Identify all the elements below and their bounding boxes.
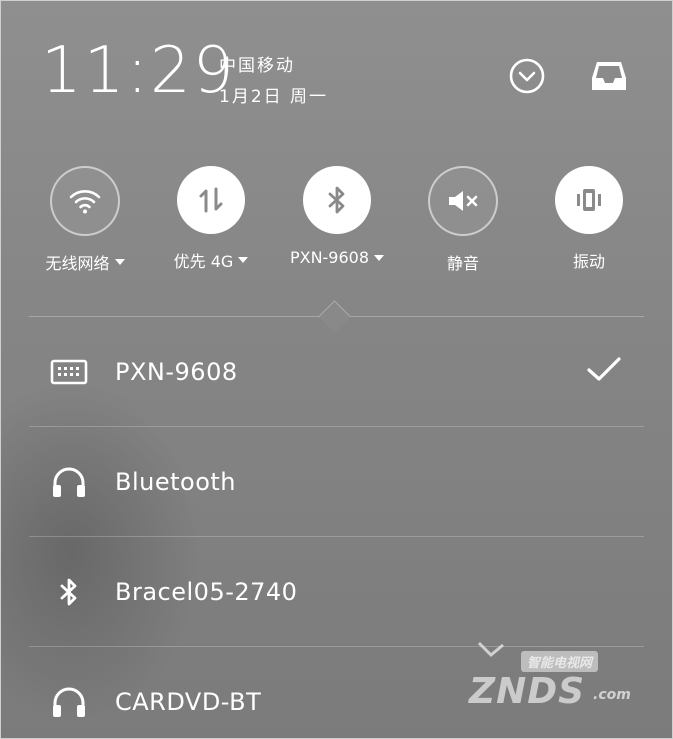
dropdown-caret-icon [238,257,249,263]
bluetooth-icon [39,576,99,608]
mobile-data-icon [199,187,223,213]
check-icon [586,355,622,387]
toggle-vibrate[interactable]: 振动 [529,166,649,272]
dropdown-caret-icon [114,259,125,265]
device-name: PXN-9608 [115,358,238,386]
notification-shade: 11:29 中国移动 1月2日 周一 无线网络 优先 4G PXN-9608 静… [0,0,673,739]
toggle-bluetooth[interactable]: PXN-9608 [277,166,397,267]
toggle-label-text: 优先 4G [173,252,234,271]
wifi-icon [69,190,101,214]
keyboard-icon [39,358,99,386]
date-label: 1月2日 周一 [219,87,329,107]
toggle-wifi[interactable]: 无线网络 [25,166,145,274]
tv-antenna-icon [477,641,504,658]
wifi-toggle-button[interactable] [50,166,120,236]
list-item-device[interactable]: Bracel05-2740 [29,537,644,647]
dropdown-caret-icon [374,254,385,261]
mobile-data-toggle-label[interactable]: 优先 4G [174,248,249,272]
clock: 11:29 [41,34,236,108]
list-item-device[interactable]: PXN-9608 [29,317,644,427]
bluetooth-toggle-label[interactable]: PXN-9608 [289,248,385,267]
notification-tray-icon[interactable] [589,56,629,96]
mute-toggle-button[interactable] [428,166,498,236]
vibrate-toggle-label[interactable]: 振动 [573,248,605,272]
toggle-mute[interactable]: 静音 [403,166,523,274]
toggle-mobile-data[interactable]: 优先 4G [151,166,271,272]
device-name: Bracel05-2740 [115,578,298,606]
watermark-main: ZNDS [469,671,586,712]
list-item-device[interactable]: Bluetooth [29,427,644,537]
device-name: CARDVD-BT [115,688,262,716]
bluetooth-icon [328,186,345,214]
headphones-icon [39,466,99,498]
toggle-label-text: 无线网络 [45,254,110,273]
vibrate-toggle-button[interactable] [555,166,623,234]
headphones-icon [39,686,99,718]
bluetooth-toggle-button[interactable] [303,166,371,234]
watermark-cn: 智能电视网 [521,651,599,672]
toggle-label-text: PXN-9608 [289,248,370,267]
mobile-data-toggle-button[interactable] [177,166,245,234]
wifi-toggle-label[interactable]: 无线网络 [45,250,125,274]
device-name: Bluetooth [115,468,237,496]
watermark-suffix: .com [593,687,631,703]
mute-icon [449,191,478,211]
carrier-name: 中国移动 [219,56,295,76]
mute-toggle-label[interactable]: 静音 [447,250,479,274]
chevron-down-circle-icon[interactable] [507,56,547,96]
vibrate-icon [577,189,601,211]
watermark-logo: 智能电视网 ZNDS .com [463,641,633,721]
